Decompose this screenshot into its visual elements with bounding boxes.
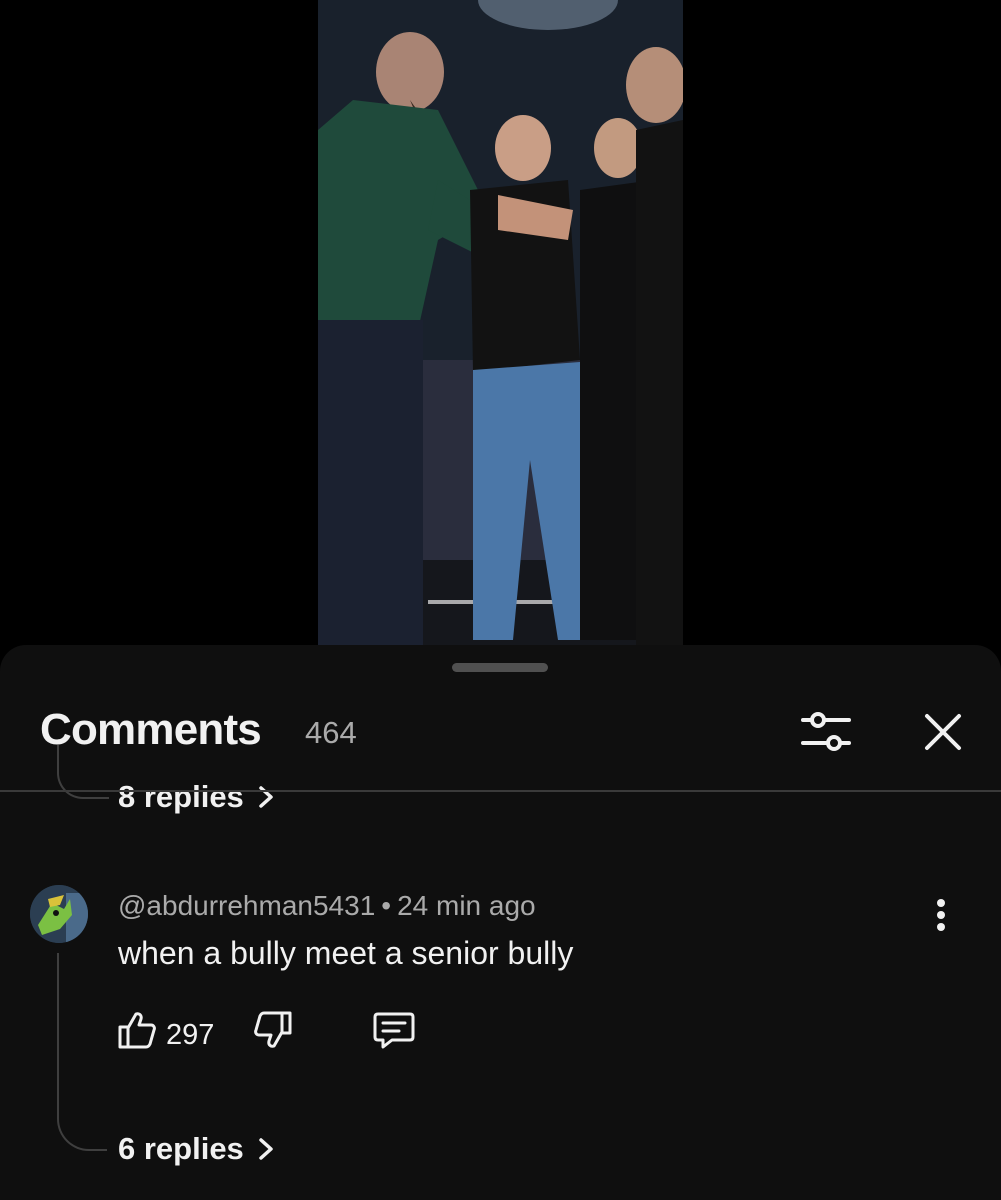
- comments-count: 464: [305, 715, 357, 750]
- close-icon: [925, 714, 961, 750]
- drag-handle[interactable]: [452, 663, 548, 672]
- chevron-right-icon: [259, 786, 273, 808]
- avatar[interactable]: [30, 885, 88, 943]
- video-frame[interactable]: [318, 0, 683, 645]
- header-divider: [0, 790, 1001, 792]
- comment-author[interactable]: @abdurrehman5431: [118, 890, 375, 921]
- filter-button[interactable]: [798, 707, 854, 757]
- view-replies-button[interactable]: 6 replies: [118, 1131, 274, 1167]
- chevron-right-icon: [259, 1138, 273, 1160]
- avatar-icon: [30, 885, 88, 943]
- meta-separator: •: [381, 890, 392, 921]
- like-count: 297: [166, 1019, 215, 1051]
- comment-time: 24 min ago: [397, 890, 536, 921]
- reply-comment-icon: [373, 1012, 415, 1049]
- comments-sheet: Comments 464 8 replies @abdurrehman5431 …: [0, 645, 1001, 1200]
- dislike-button[interactable]: [252, 1009, 294, 1051]
- video-still: [318, 0, 683, 645]
- like-button[interactable]: [116, 1009, 158, 1051]
- replies-label: 6 replies: [118, 1131, 244, 1166]
- thumbs-up-icon: [118, 1012, 156, 1049]
- more-vertical-icon: [937, 899, 945, 931]
- comment-meta: @abdurrehman5431 • 24 min ago: [118, 890, 536, 922]
- reply-thread-line: [57, 953, 107, 1151]
- filter-sliders-icon: [801, 712, 851, 751]
- previous-replies-button[interactable]: 8 replies: [118, 779, 274, 815]
- comment-text: when a bully meet a senior bully: [118, 935, 574, 971]
- reply-button[interactable]: [372, 1009, 416, 1051]
- comment-more-button[interactable]: [926, 895, 956, 935]
- thumbs-down-icon: [254, 1011, 292, 1048]
- close-button[interactable]: [918, 707, 968, 757]
- video-player[interactable]: [0, 0, 1001, 645]
- previous-replies-label: 8 replies: [118, 779, 244, 814]
